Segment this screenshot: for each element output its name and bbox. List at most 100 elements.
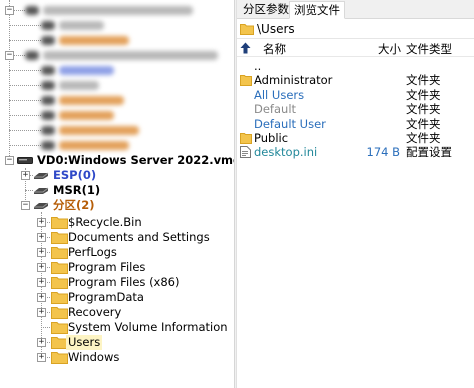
folder-icon (51, 247, 68, 259)
tree-item-folder[interactable]: + $Recycle.Bin (0, 215, 234, 230)
tree-item-folder[interactable]: + Users (0, 335, 234, 350)
expand-toggle[interactable]: + (37, 248, 46, 257)
file-name: desktop.ini (254, 145, 318, 160)
tab-browse-files[interactable]: 浏览文件 (289, 1, 345, 19)
disk-tree: − − − VD0:Windows Server 2022.vmdk(60GI +… (0, 0, 234, 388)
up-folder-icon[interactable] (240, 42, 251, 54)
hidden-disk-icon (41, 111, 55, 120)
file-row[interactable]: .. (237, 59, 474, 73)
folder-label: PerfLogs (68, 245, 117, 259)
folder-icon (51, 292, 68, 304)
path-bar: \Users (237, 19, 474, 39)
file-row[interactable]: desktop.ini 174 B 配置设置 (237, 145, 474, 159)
partition-icon (34, 187, 49, 194)
file-row[interactable]: All Users 文件夹 (237, 88, 474, 102)
folder-label: ProgramData (68, 290, 144, 304)
tree-item-folder[interactable]: + Program Files (x86) (0, 275, 234, 290)
tree-item-partition-2[interactable]: − 分区(2) (0, 198, 234, 213)
collapse-toggle[interactable]: − (21, 201, 30, 210)
hidden-tree-item[interactable] (59, 111, 114, 120)
file-type: 文件夹 (406, 87, 441, 102)
hidden-disk-icon (41, 81, 55, 90)
folder-icon (51, 352, 68, 364)
collapse-toggle[interactable]: − (5, 156, 14, 165)
file-name: Default User (254, 116, 326, 131)
disk-label: VD0:Windows Server 2022.vmdk(60GI (37, 153, 234, 167)
hidden-tree-item[interactable] (59, 126, 139, 135)
file-row[interactable]: Administrator 文件夹 (237, 73, 474, 87)
hidden-tree-item[interactable] (59, 21, 104, 30)
folder-label: Windows (68, 350, 120, 364)
tab-partition-params[interactable]: 分区参数 (239, 1, 293, 19)
folder-icon (51, 307, 68, 319)
column-name[interactable]: 名称 (263, 41, 286, 57)
hidden-tree-item[interactable] (59, 141, 129, 150)
expand-toggle[interactable]: + (37, 278, 46, 287)
file-name: All Users (254, 87, 305, 102)
folder-label: Users (66, 335, 103, 350)
tree-item-folder[interactable]: + Program Files (0, 260, 234, 275)
tree-item-folder[interactable]: + Windows (0, 350, 234, 365)
folder-icon (240, 133, 252, 144)
folder-label: $Recycle.Bin (68, 215, 142, 229)
hidden-disk-icon (25, 51, 39, 60)
folder-label: Program Files (x86) (68, 275, 180, 289)
tree-item-esp[interactable]: + ESP(0) (0, 168, 234, 183)
column-type[interactable]: 文件类型 (406, 41, 452, 57)
tab-bar: 分区参数 浏览文件 (237, 0, 474, 19)
file-type: 文件夹 (406, 131, 441, 145)
hidden-tree-item[interactable] (43, 6, 193, 15)
hidden-tree-item[interactable] (59, 96, 124, 105)
current-path: \Users (257, 22, 295, 36)
expand-toggle[interactable]: + (37, 263, 46, 272)
column-size[interactable]: 大小 (378, 41, 401, 57)
tree-item-folder[interactable]: + Recovery (0, 305, 234, 320)
expand-toggle[interactable]: + (37, 353, 46, 362)
expand-toggle[interactable]: + (37, 233, 46, 242)
expand-toggle[interactable]: + (37, 218, 46, 227)
tree-item-msr[interactable]: MSR(1) (0, 183, 234, 198)
tree-line (9, 0, 10, 160)
hidden-tree-item[interactable] (59, 66, 114, 75)
folder-label: Program Files (68, 260, 146, 274)
file-row[interactable]: Public 文件夹 (237, 131, 474, 145)
file-type: 文件夹 (406, 73, 441, 88)
partition-label: 分区(2) (53, 198, 95, 212)
file-size: 174 B (366, 145, 401, 160)
expand-toggle[interactable]: + (37, 293, 46, 302)
expand-toggle[interactable]: + (37, 338, 46, 347)
collapse-toggle[interactable]: − (5, 51, 14, 60)
tree-item-folder[interactable]: System Volume Information (0, 320, 234, 335)
collapse-toggle[interactable]: − (5, 6, 14, 15)
file-name: .. (254, 59, 262, 73)
expand-toggle[interactable]: + (21, 171, 30, 180)
folder-label: Recovery (68, 305, 122, 319)
hidden-disk-icon (41, 126, 55, 135)
tree-item-folder[interactable]: + Documents and Settings (0, 230, 234, 245)
tree-item-vd0[interactable]: − VD0:Windows Server 2022.vmdk(60GI (0, 153, 234, 168)
file-type: 文件夹 (406, 102, 441, 117)
tree-item-folder[interactable]: + ProgramData (0, 290, 234, 305)
hidden-disk-icon (41, 96, 55, 105)
folder-label: Documents and Settings (68, 230, 210, 244)
folder-icon (240, 75, 252, 87)
expand-toggle[interactable]: + (37, 308, 46, 317)
tree-item-folder[interactable]: + PerfLogs (0, 245, 234, 260)
folder-icon (51, 217, 68, 229)
file-row[interactable]: Default 文件夹 (237, 102, 474, 116)
config-file-icon (240, 146, 251, 159)
folder-label: System Volume Information (68, 320, 228, 334)
hidden-tree-item[interactable] (59, 81, 99, 90)
folder-icon (51, 277, 68, 289)
folder-icon (240, 24, 254, 35)
hidden-tree-item[interactable] (59, 36, 129, 45)
file-type: 配置设置 (406, 145, 452, 160)
file-row[interactable]: Default User 文件夹 (237, 117, 474, 131)
column-header: 名称 大小 文件类型 (237, 40, 474, 57)
hidden-tree-item[interactable] (43, 51, 218, 60)
hidden-disk-icon (41, 141, 55, 150)
file-name: Public (254, 131, 289, 145)
partition-icon (34, 202, 49, 209)
hidden-disk-icon (41, 36, 55, 45)
folder-icon (51, 232, 68, 244)
